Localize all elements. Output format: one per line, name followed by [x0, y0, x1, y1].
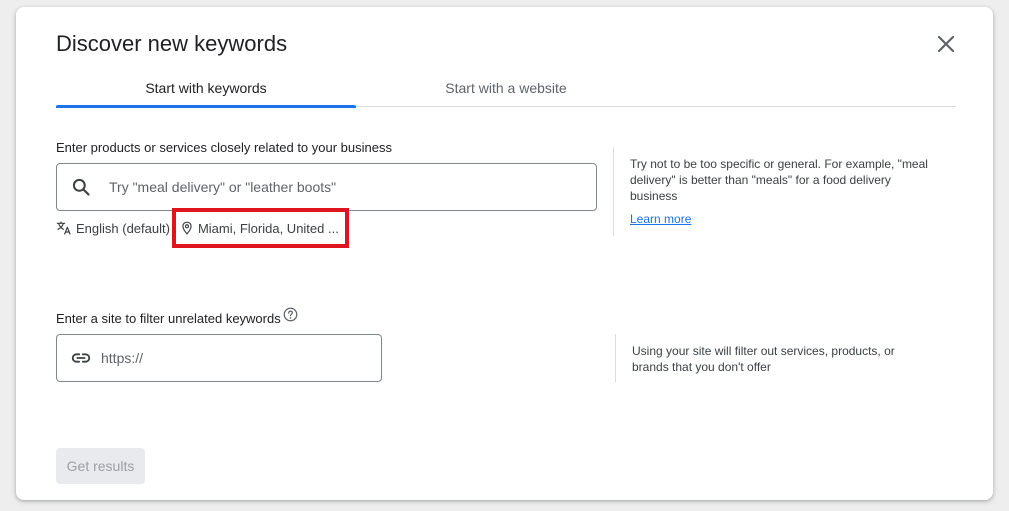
tab-label: Start with a website	[445, 80, 567, 96]
get-results-button[interactable]: Get results	[56, 448, 145, 484]
translate-icon	[56, 221, 71, 235]
keywords-tip: Try not to be too specific or general. F…	[630, 157, 928, 203]
keywords-input[interactable]	[107, 178, 587, 196]
location-highlight-box	[172, 208, 349, 248]
search-icon	[72, 178, 90, 196]
site-input-box[interactable]	[56, 334, 382, 382]
close-icon	[937, 35, 955, 53]
link-icon	[71, 353, 91, 363]
keywords-input-box[interactable]	[56, 163, 597, 211]
dialog-title: Discover new keywords	[56, 31, 288, 56]
language-label: English (default)	[76, 220, 170, 236]
site-filter-tip: Using your site will filter out services…	[632, 344, 895, 374]
language-selector[interactable]: English (default)	[56, 220, 170, 236]
tab-start-with-keywords[interactable]: Start with keywords	[56, 69, 356, 108]
divider	[613, 147, 614, 236]
tab-bar: Start with keywords Start with a website	[56, 69, 956, 108]
keywords-label: Enter products or services closely relat…	[56, 140, 392, 155]
tab-start-with-website[interactable]: Start with a website	[356, 69, 656, 107]
learn-more-link[interactable]: Learn more	[630, 212, 691, 226]
divider	[615, 334, 616, 382]
close-button[interactable]	[933, 31, 959, 57]
site-filter-label: Enter a site to filter unrelated keyword…	[56, 311, 281, 326]
help-circle-icon[interactable]	[283, 307, 298, 322]
active-tab-indicator	[56, 105, 356, 108]
keyword-planner-dialog: Discover new keywords Start with keyword…	[16, 7, 993, 500]
tab-label: Start with keywords	[145, 80, 267, 96]
site-url-input[interactable]	[99, 349, 369, 367]
